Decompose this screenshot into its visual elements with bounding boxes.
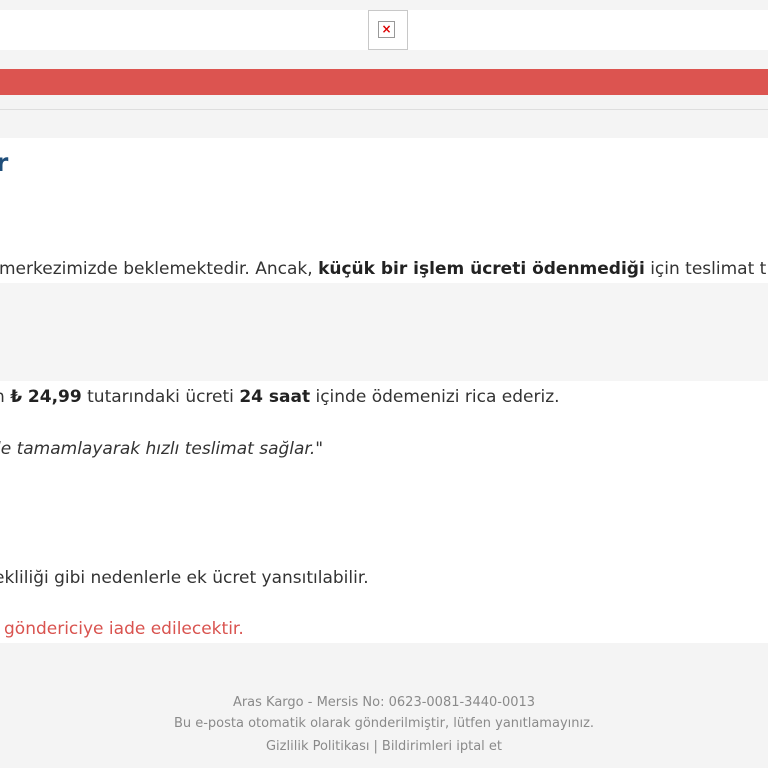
fee-emphasis: küçük bir işlem ücreti ödenmediği [318,259,645,279]
return-warning: göndericiye iade edilecektir. [4,619,244,639]
paragraph-extra-fees: ekliliği gibi nedenlerle ek ücret yansıt… [0,568,369,588]
logo-image: × [368,10,408,50]
paragraph-payment: n ₺ 24,99 tutarındaki ücreti 24 saat içi… [0,387,560,407]
privacy-policy-link[interactable]: Gizlilik Politikası [266,739,370,754]
unsubscribe-link[interactable]: Bildirimleri iptal et [382,739,502,754]
email-content: r merkezimizde beklemektedir. Ancak, küç… [0,138,768,643]
spacer-strip [0,110,768,138]
footer-notice: Bu e-posta otomatik olarak gönderilmişti… [173,716,595,731]
broken-image-icon: × [378,21,395,38]
footer-links: Gizlilik Politikası | Bildirimleri iptal e… [0,739,768,754]
paragraph-status: merkezimizde beklemektedir. Ancak, küçük… [0,259,767,279]
footer-company: Aras Kargo - Mersis No: 0623-0081-3440-0… [232,695,536,710]
info-box [0,283,768,381]
footer-spacer [0,643,768,691]
quote-text: le tamamlayarak hızlı teslimat sağlar." [0,439,324,459]
footer-separator: | [373,739,378,754]
deadline: 24 saat [239,387,311,407]
fee-amount: ₺ 24,99 [10,387,82,407]
header-accent-bar [0,69,768,95]
page-title: r [0,148,9,177]
